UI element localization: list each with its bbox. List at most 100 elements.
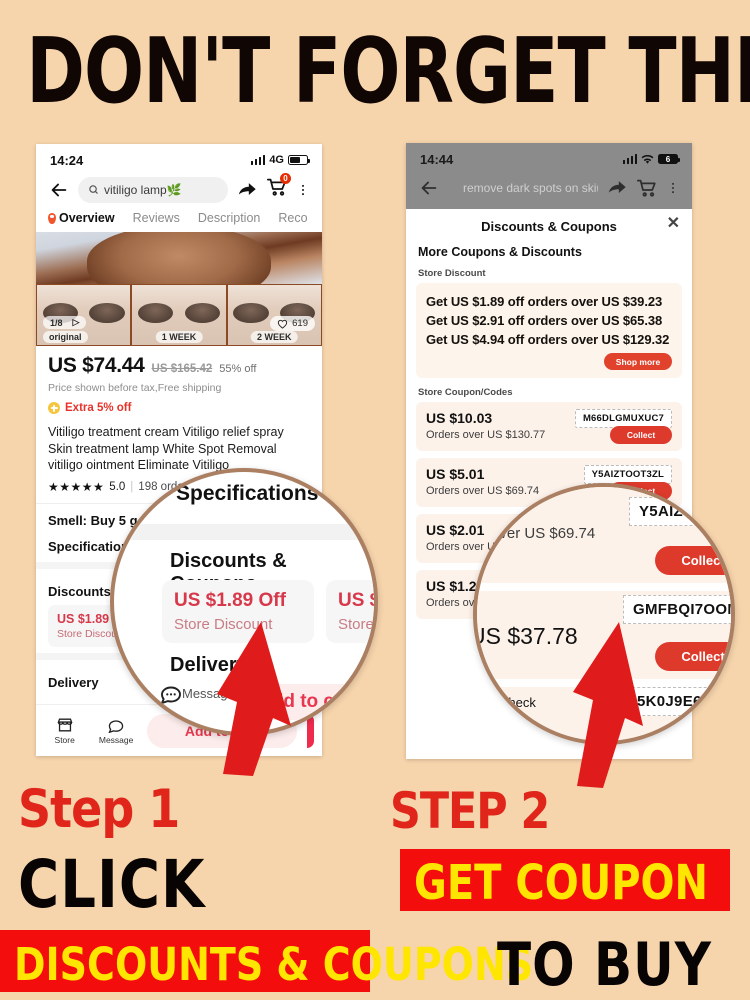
mag-right-amount-top: US $2.01	[473, 503, 514, 522]
store-coupon-label: Store Coupon/Codes	[418, 387, 513, 398]
message-button[interactable]: Message	[95, 717, 136, 745]
rating-value: 5.0	[109, 480, 126, 493]
store-button[interactable]: Store	[44, 717, 85, 745]
step-1-label: Step 1	[18, 778, 180, 840]
share-icon[interactable]	[606, 177, 628, 199]
store-discount-line: Get US $2.91 off orders over US $65.38	[426, 313, 663, 328]
signal-icon	[622, 154, 637, 164]
arrow-step-2	[573, 622, 643, 788]
tax-note: Price shown before tax,Free shipping	[48, 382, 222, 394]
gallery-thumb-3[interactable]: 619 2 WEEK	[226, 284, 322, 346]
sheet-header: Discounts & Coupons ✕	[406, 216, 692, 243]
tab-description[interactable]: Description	[198, 211, 261, 225]
signal-icon	[250, 155, 266, 165]
store-discount-label: Store Discount	[418, 268, 486, 279]
tab-overview[interactable]: Overview	[48, 211, 115, 225]
cart-icon[interactable]	[636, 177, 658, 199]
message-label: Message	[98, 734, 134, 745]
close-icon[interactable]: ✕	[667, 216, 680, 232]
step-2-action: GET COUPON	[414, 856, 709, 912]
more-options-icon[interactable]	[296, 179, 310, 201]
left-status-bar: 14:24 4G	[36, 144, 322, 172]
coupon-row: US $10.03 Orders over US $130.77 M66DLGM…	[416, 402, 682, 451]
tab-reviews[interactable]: Reviews	[133, 211, 180, 225]
right-status-time: 14:44	[420, 151, 454, 167]
mag-left-coupon-amount: US $10.03 Off	[338, 590, 374, 611]
cart-badge: 0	[280, 173, 291, 184]
gallery-thumb-2[interactable]: 1 WEEK	[131, 284, 227, 346]
battery-level: 6	[665, 154, 671, 164]
right-search-row: remove dark spots on skin	[406, 171, 692, 209]
store-discount-line: Get US $4.94 off orders over US $129.32	[426, 332, 670, 347]
mag-left-band	[114, 524, 374, 540]
search-input[interactable]: remove dark spots on skin	[448, 175, 598, 201]
back-arrow-icon[interactable]	[48, 179, 70, 201]
back-arrow-icon[interactable]	[418, 177, 440, 199]
current-price: US $74.44	[48, 354, 145, 377]
original-price: US $165.42	[151, 363, 213, 375]
mag-left-specifications: Specifications	[176, 482, 319, 505]
left-search-row: vitiligo lamp🌿 0	[36, 172, 322, 211]
message-icon	[108, 719, 124, 733]
mag-left-coupon-type: Store Coupon	[338, 616, 374, 633]
left-status-indicators: 4G	[250, 154, 310, 166]
gallery-thumb-1[interactable]: 1/8 ▷ original	[36, 284, 132, 346]
store-label: Store	[54, 734, 75, 745]
step-1-action: CLICK	[18, 846, 206, 923]
play-icon: ▷	[72, 317, 80, 327]
star-rating-icon: ★★★★★	[48, 479, 105, 494]
store-discount-box: Get US $1.89 off orders over US $39.23 G…	[416, 283, 682, 378]
mag-right-check: Check	[499, 695, 536, 710]
product-title: Vitiligo treatment cream Vitiligo relief…	[48, 425, 284, 472]
extra-offer-row[interactable]: Extra 5% off	[48, 402, 310, 414]
gallery-caption-1: original	[43, 331, 88, 343]
collect-button[interactable]: Collect	[610, 426, 672, 444]
step-1-target: DISCOUNTS & COUPONS	[14, 938, 534, 991]
right-status-bar: 14:44 6	[406, 143, 692, 171]
gallery-caption-2: 1 WEEK	[155, 331, 203, 343]
plus-circle-icon	[48, 402, 60, 414]
shop-more-button[interactable]: Shop more	[604, 353, 672, 370]
search-input-value: remove dark spots on skin	[463, 181, 598, 195]
price-row: US $74.44 US $165.42 55% off	[48, 354, 310, 378]
mag-right-code-1[interactable]: Y5AIZTOOT3ZL	[629, 497, 731, 526]
mag-right-collect-1[interactable]: Collect	[655, 546, 731, 575]
tab-recommend[interactable]: Reco	[278, 211, 307, 225]
mag-right-condition-top: Orders over US $69.74	[474, 525, 596, 542]
extra-offer-label: Extra 5% off	[65, 402, 132, 414]
left-status-time: 14:24	[50, 152, 84, 168]
store-icon	[57, 718, 73, 731]
like-count: 619	[292, 318, 308, 329]
product-hero-image[interactable]	[36, 232, 322, 284]
page-title: DON'T FORGET THE OFFERS	[26, 18, 750, 124]
shop-more-row: Shop more	[426, 349, 672, 370]
more-options-icon[interactable]	[666, 177, 680, 199]
arrow-step-1	[217, 622, 291, 776]
poster-root: DON'T FORGET THE OFFERS 14:24 4G vitilig…	[0, 0, 750, 1000]
cart-button[interactable]: 0	[266, 173, 291, 203]
share-icon[interactable]	[236, 179, 258, 201]
step-2-label: STEP 2	[390, 782, 550, 840]
heart-icon	[277, 319, 288, 329]
search-input[interactable]: vitiligo lamp🌿	[78, 176, 228, 203]
gallery-counter-text: 1/8	[50, 317, 63, 328]
network-label: 4G	[269, 154, 284, 166]
left-tab-bar: Overview Reviews Description Reco	[36, 211, 322, 232]
gallery-caption-3: 2 WEEK	[251, 331, 298, 343]
mag-left-coupon-card-2[interactable]: US $10.03 Off Store Coupon	[326, 580, 374, 643]
tab-overview-label: Overview	[59, 211, 115, 225]
search-icon	[89, 185, 98, 194]
discount-percent: 55% off	[219, 363, 257, 375]
more-coupons-title: More Coupons & Discounts	[418, 245, 582, 259]
right-status-indicators: 6	[622, 154, 680, 165]
product-gallery: 1/8 ▷ original 1 WEEK 619 2 WEEK	[36, 284, 322, 346]
rating-divider: |	[130, 480, 134, 493]
right-dimmed-header: 14:44 6 remove dark spots on skin	[406, 143, 692, 209]
like-button[interactable]: 619	[270, 316, 315, 331]
search-input-value: vitiligo lamp🌿	[104, 182, 182, 197]
wifi-icon	[641, 154, 654, 164]
location-pin-icon	[48, 212, 56, 224]
store-discount-line: Get US $1.89 off orders over US $39.23	[426, 294, 663, 309]
battery-icon	[288, 155, 310, 165]
gallery-counter: 1/8 ▷	[43, 316, 87, 329]
